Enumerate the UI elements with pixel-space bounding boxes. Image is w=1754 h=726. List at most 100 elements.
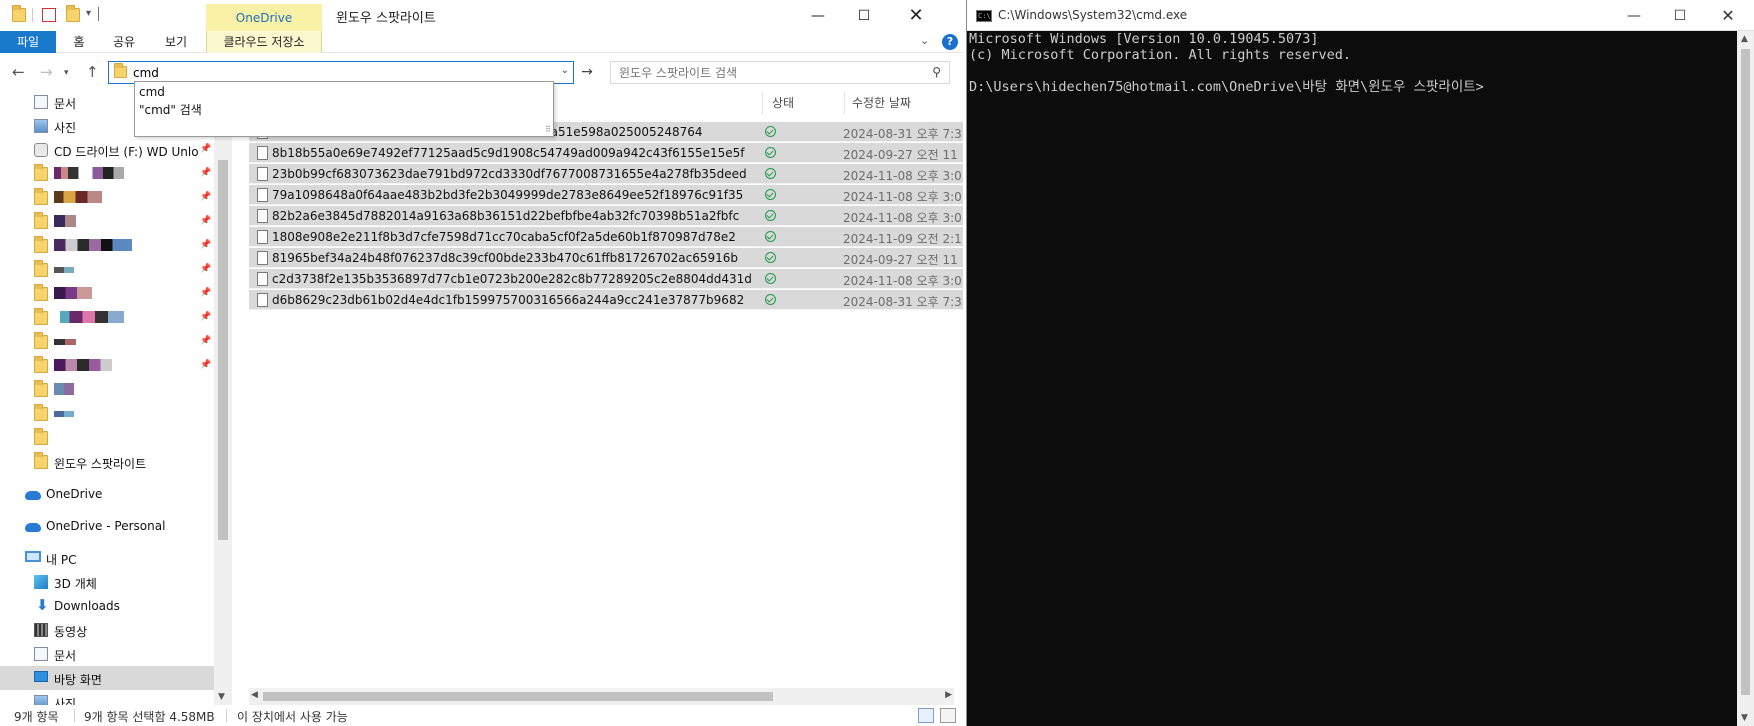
table-row[interactable]: 1808e908e2e211f8b3d7cfe7598d71cc70caba5c… [249,227,963,247]
tab-file[interactable]: 파일 [0,31,56,53]
pin-icon[interactable]: 📌 [200,336,211,346]
nav-item-spotlight[interactable]: 윈도우 스팟라이트 [0,450,214,474]
nav-item-redacted-folder[interactable]: 📌 [0,354,214,378]
table-row[interactable]: d6b8629c23db61b02d4e4dc1fb15997570031656… [249,290,963,310]
console-prompt-line: D:\Users\hidechen75@hotmail.com\OneDrive… [969,79,1484,95]
scroll-up-arrow-icon[interactable]: ▲ [1741,34,1748,44]
search-box[interactable]: ⚲ [610,61,950,84]
nav-item-desktop[interactable]: 바탕 화면 [0,666,214,690]
synced-check-icon [765,126,776,137]
table-row[interactable]: c2d3738f2e135b3536897d77cb1e0723b200e282… [249,269,963,289]
autocomplete-item-search-cmd[interactable]: "cmd" 검색 [139,101,202,119]
help-icon[interactable]: ? [942,34,958,50]
go-arrow-button[interactable]: → [576,61,598,84]
nav-item-redacted-folder[interactable]: 📌 [0,258,214,282]
tab-view[interactable]: 보기 [156,31,196,53]
nav-item-redacted-folder[interactable]: 📌 [0,330,214,354]
address-input[interactable] [133,64,533,82]
nav-item-onedrive-personal[interactable]: OneDrive - Personal [0,514,214,538]
qa-dropdown-icon[interactable]: ▾ [86,8,91,19]
resize-grip-icon[interactable]: ⠿ [545,125,551,134]
forward-arrow-icon[interactable]: → [40,63,53,81]
address-autocomplete-dropdown: cmd "cmd" 검색 ⠿ [134,81,554,137]
scroll-left-arrow-icon[interactable]: ◀ [251,690,258,700]
scroll-down-arrow-icon[interactable]: ▼ [1741,713,1748,723]
minimize-button[interactable]: — [795,0,841,31]
console-output[interactable]: Microsoft Windows [Version 10.0.19045.50… [969,31,1737,726]
scroll-right-arrow-icon[interactable]: ▶ [945,690,952,700]
nav-item-redacted-folder[interactable]: 📌 [0,186,214,210]
new-folder-icon[interactable] [66,5,80,22]
tab-share[interactable]: 공유 [106,31,142,53]
maximize-button[interactable]: ☐ [841,0,887,31]
computer-icon [25,551,41,562]
pin-icon[interactable]: 📌 [200,144,211,154]
table-row[interactable]: 23b0b99cf683073623dae791bd972cd3330df767… [249,164,963,184]
column-header-status[interactable]: 상태 [772,94,794,111]
nav-item-onedrive[interactable]: OneDrive [0,482,214,506]
pin-icon[interactable]: 📌 [200,216,211,226]
scrollbar-thumb[interactable] [218,160,228,540]
nav-item-this-pc[interactable]: 내 PC [0,546,214,570]
nav-item-documents-pc[interactable]: 문서 [0,642,214,666]
search-icon[interactable]: ⚲ [932,65,941,79]
nav-item-3d-objects[interactable]: 3D 개체 [0,570,214,594]
properties-icon[interactable] [42,8,56,22]
video-icon [34,623,48,637]
nav-item-redacted-folder[interactable] [0,426,214,450]
search-input[interactable] [619,64,919,82]
redacted-label [60,311,124,323]
table-row[interactable]: 81965bef34a24b48f076237d8c39cf00bde233b4… [249,248,963,268]
table-row[interactable]: 82b2a6e3845d7882014a9163a68b36151d22befb… [249,206,963,226]
nav-item-redacted-folder[interactable]: 📌 [0,282,214,306]
nav-item-redacted-folder[interactable]: 📌 [0,306,214,330]
file-icon [257,188,268,202]
nav-item-cd-drive[interactable]: CD 드라이브 (F:) WD Unloc 📌 [0,138,214,162]
nav-item-redacted-folder[interactable] [0,378,214,402]
cmd-title-bar[interactable]: C:\ C:\Windows\System32\cmd.exe — ☐ ✕ [967,0,1754,31]
scrollbar-thumb[interactable] [263,692,773,701]
up-arrow-icon[interactable]: ↑ [86,63,99,81]
scroll-down-arrow-icon[interactable]: ▼ [218,692,225,702]
folder-icon [34,164,48,181]
pin-icon[interactable]: 📌 [200,264,211,274]
pin-icon[interactable]: 📌 [200,312,211,322]
folder-icon [34,284,48,301]
autocomplete-item-cmd[interactable]: cmd [139,83,165,101]
nav-item-redacted-folder[interactable]: 📌 [0,210,214,234]
expand-ribbon-icon[interactable]: ⌄ [920,34,929,47]
explorer-title-bar[interactable]: ▾ OneDrive 윈도우 스팟라이트 — ☐ ✕ [0,0,963,32]
pin-icon[interactable]: 📌 [200,168,211,178]
cmd-maximize-button[interactable]: ☐ [1657,0,1703,31]
table-row[interactable]: 8b18b55a0e69e7492ef77125aad5c9d1908c5474… [249,143,963,163]
navigation-pane-scrollbar[interactable]: ▼ [214,90,232,706]
document-icon [34,647,48,661]
pin-icon[interactable]: 📌 [200,240,211,250]
tab-home[interactable]: 홈 [64,31,94,53]
details-view-icon[interactable] [918,708,934,723]
synced-check-icon [765,273,776,284]
close-button[interactable]: ✕ [893,0,939,31]
pin-icon[interactable]: 📌 [200,360,211,370]
back-arrow-icon[interactable]: ← [12,63,25,81]
address-dropdown-icon[interactable]: ⌄ [561,65,569,76]
scrollbar-thumb[interactable] [1741,49,1750,695]
nav-item-downloads[interactable]: ⬇ Downloads [0,594,214,618]
nav-item-redacted-folder[interactable]: 📌 [0,234,214,258]
nav-item-redacted-folder[interactable] [0,402,214,426]
file-list-horizontal-scrollbar[interactable]: ◀ ▶ [249,688,954,705]
table-row[interactable]: 79a1098648a0f64aae483b2bd3fe2b3049999de2… [249,185,963,205]
nav-item-pictures-pc[interactable]: 사진 [0,690,214,706]
nav-item-redacted-folder[interactable]: 📌 [0,162,214,186]
status-availability: 이 장치에서 사용 가능 [237,710,348,724]
column-header-modified[interactable]: 수정한 날짜 [852,94,911,111]
pin-icon[interactable]: 📌 [200,192,211,202]
large-icons-view-icon[interactable] [940,708,956,723]
pin-icon[interactable]: 📌 [200,288,211,298]
tab-cloud-storage[interactable]: 클라우드 저장소 [206,31,322,53]
cmd-vertical-scrollbar[interactable]: ▲ ▼ [1737,31,1754,726]
cmd-minimize-button[interactable]: — [1611,0,1657,31]
cmd-close-button[interactable]: ✕ [1705,0,1751,31]
nav-item-videos[interactable]: 동영상 [0,618,214,642]
recent-locations-icon[interactable]: ▾ [64,68,69,78]
